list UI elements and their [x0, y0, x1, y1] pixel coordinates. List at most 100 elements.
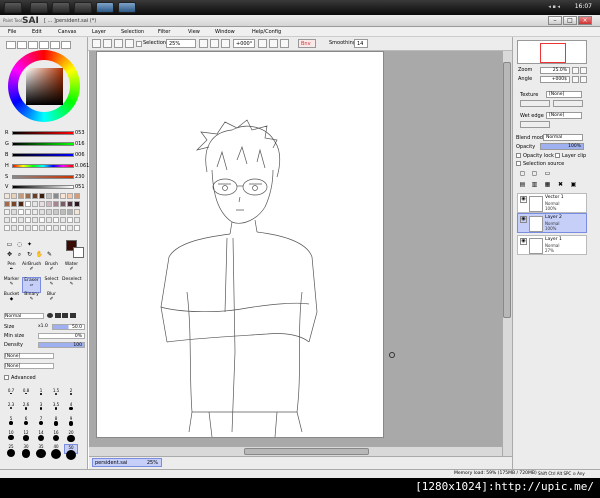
swatch[interactable] — [74, 193, 80, 199]
size-multiplier[interactable]: x1.0 — [38, 324, 48, 329]
merge-down-icon[interactable]: ▥ — [530, 181, 539, 189]
swatch[interactable] — [32, 209, 38, 215]
selection-rect-icon[interactable]: ▭ — [5, 241, 14, 249]
navigator-viewport[interactable] — [540, 43, 566, 63]
document-tab[interactable]: persident.sai 25% — [92, 458, 162, 467]
nav-rotate-right-button[interactable] — [580, 76, 587, 83]
eye-icon[interactable]: ◉ — [520, 216, 527, 223]
swatch[interactable] — [4, 209, 10, 215]
horizontal-scroll-thumb[interactable] — [244, 448, 369, 455]
rotate-right-button[interactable] — [269, 39, 278, 48]
brush-size-preset[interactable]: 1.5 — [49, 388, 63, 398]
eyedropper-icon[interactable]: ✎ — [45, 251, 54, 259]
swatch[interactable] — [74, 225, 80, 231]
swatch[interactable] — [18, 201, 24, 207]
brush-size-preset[interactable]: 2 — [64, 388, 78, 398]
menu-edit[interactable]: Edit — [32, 29, 42, 35]
brush-size-preset[interactable]: 10 — [4, 430, 18, 441]
wet-edge-select[interactable]: [None] — [546, 112, 582, 119]
layer-mask-icon[interactable]: ▣ — [569, 181, 578, 189]
brush-size-preset[interactable]: 2.3 — [4, 402, 18, 412]
scratchpad-mode-icon[interactable] — [50, 41, 60, 49]
brush-size-preset[interactable]: 14 — [34, 430, 48, 441]
move-icon[interactable]: ✥ — [5, 251, 14, 259]
taskbar-sai-icon[interactable] — [96, 2, 114, 13]
new-layer-icon[interactable]: ▢ — [518, 170, 527, 178]
swatch-mode-icon[interactable] — [39, 41, 49, 49]
layer-row[interactable]: ◉ Layer 1 Normal 27% — [517, 235, 587, 255]
hand-icon[interactable]: ✋ — [35, 251, 44, 259]
brush-size-preset[interactable]: 9 — [64, 416, 78, 426]
menu-window[interactable]: Window — [215, 29, 235, 35]
tool-deselect[interactable]: Deselect ✎ — [62, 277, 82, 293]
selection-source-checkbox[interactable] — [516, 161, 521, 166]
opacity-lock-checkbox[interactable] — [516, 153, 521, 158]
hsv-mode-icon[interactable] — [28, 41, 38, 49]
angle-field[interactable]: +000° — [233, 39, 255, 48]
layer-clip-checkbox[interactable] — [555, 153, 560, 158]
swatch[interactable] — [46, 217, 52, 223]
swatch[interactable] — [18, 193, 24, 199]
swatch[interactable] — [11, 193, 17, 199]
brush-texture-select[interactable]: [None] — [4, 363, 54, 369]
tool-brush[interactable]: Brush ✐ — [42, 262, 61, 278]
swatch[interactable] — [11, 209, 17, 215]
tool-blur[interactable]: Blur ✐ — [42, 292, 61, 308]
swatch[interactable] — [53, 193, 59, 199]
swatch[interactable] — [39, 225, 45, 231]
brush-shape-select[interactable]: [None] — [4, 353, 54, 359]
zoom-out-button[interactable] — [199, 39, 208, 48]
min-size-slider[interactable]: 0% — [38, 333, 85, 339]
slider-h[interactable] — [12, 164, 74, 168]
swatch[interactable] — [46, 201, 52, 207]
navigator-preview[interactable] — [517, 40, 587, 64]
delete-layer-icon[interactable]: ✖ — [556, 181, 565, 189]
swatch[interactable] — [32, 193, 38, 199]
new-vector-layer-icon[interactable]: ▢ — [530, 170, 539, 178]
swatch[interactable] — [11, 225, 17, 231]
menu-file[interactable]: File — [8, 29, 16, 35]
magic-wand-icon[interactable]: ✦ — [25, 241, 34, 249]
texture-select[interactable]: [None] — [546, 91, 582, 98]
menu-layer[interactable]: Layer — [92, 29, 106, 35]
swatch[interactable] — [32, 225, 38, 231]
swatch[interactable] — [25, 201, 31, 207]
swatch[interactable] — [4, 201, 10, 207]
swatch[interactable] — [53, 209, 59, 215]
swatch[interactable] — [67, 217, 73, 223]
layer-row[interactable]: ◉ Layer 2 Normal 100% — [517, 213, 587, 233]
vertical-scroll-thumb[interactable] — [503, 62, 511, 318]
menu-filter[interactable]: Filter — [158, 29, 170, 35]
swatch[interactable] — [39, 201, 45, 207]
nav-zoom-in-button[interactable] — [580, 67, 587, 74]
redo-button[interactable] — [103, 39, 112, 48]
brush-size-preset[interactable]: 0.8 — [19, 388, 33, 398]
zoom-in-button[interactable] — [210, 39, 219, 48]
close-button[interactable]: × — [578, 16, 592, 25]
swatch[interactable] — [32, 201, 38, 207]
tool-marker[interactable]: Marker ✎ — [2, 277, 21, 293]
brush-shape-buttons[interactable] — [47, 313, 85, 319]
flip-button[interactable] — [280, 39, 289, 48]
nav-angle-field[interactable]: +000$ — [540, 76, 570, 83]
taskbar-app-icon[interactable] — [52, 2, 70, 13]
slider-v[interactable] — [12, 185, 74, 189]
zoom-reset-button[interactable] — [221, 39, 230, 48]
slider-r[interactable] — [12, 131, 74, 135]
swatch[interactable] — [11, 217, 17, 223]
swatch[interactable] — [67, 201, 73, 207]
swatch[interactable] — [67, 193, 73, 199]
size-slider[interactable]: 50.0 — [52, 324, 85, 330]
swatch[interactable] — [46, 225, 52, 231]
rotate-tool-icon[interactable]: ↻ — [25, 251, 34, 259]
swatch[interactable] — [53, 201, 59, 207]
rgb-mode-icon[interactable] — [17, 41, 27, 49]
tool-pen[interactable]: Pen ✒ — [2, 262, 21, 278]
brush-size-preset[interactable]: 3.5 — [49, 402, 63, 412]
maximize-button[interactable]: □ — [563, 16, 577, 25]
clear-layer-icon[interactable]: ▦ — [543, 181, 552, 189]
swatch[interactable] — [25, 217, 31, 223]
swatch[interactable] — [53, 225, 59, 231]
brush-size-preset[interactable]: 30 — [19, 444, 33, 458]
swatch[interactable] — [25, 225, 31, 231]
